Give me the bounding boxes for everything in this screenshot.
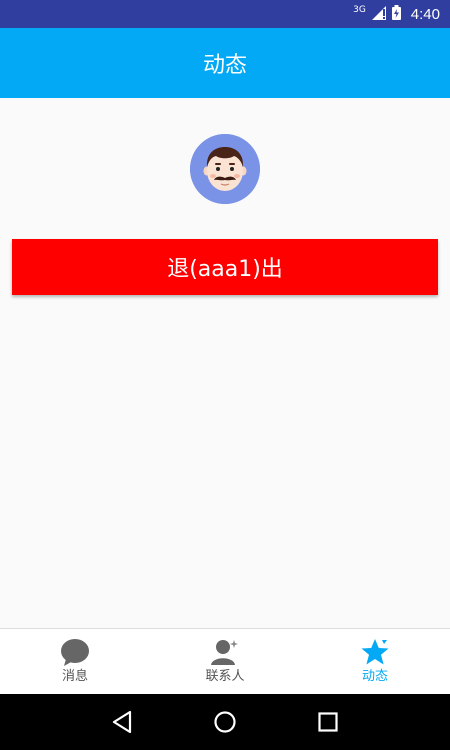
network-type: 3G bbox=[353, 4, 366, 15]
page-title: 动态 bbox=[202, 53, 247, 78]
status-time: 4:40 bbox=[410, 5, 440, 23]
contacts-icon bbox=[210, 637, 240, 667]
avatar[interactable] bbox=[190, 134, 260, 204]
main-content: 退(aaa1)出 bbox=[0, 98, 450, 628]
star-icon bbox=[360, 637, 390, 667]
system-nav-bar bbox=[0, 694, 450, 750]
home-icon[interactable] bbox=[207, 704, 243, 740]
tab-moments[interactable]: 动态 bbox=[300, 629, 450, 694]
back-icon[interactable] bbox=[104, 704, 140, 740]
tab-messages-label: 消息 bbox=[61, 669, 88, 684]
tab-messages[interactable]: 消息 bbox=[0, 629, 150, 694]
status-bar: 3G 4:40 bbox=[0, 0, 450, 28]
tab-moments-label: 动态 bbox=[361, 669, 388, 684]
bottom-nav: 消息 联系人 动态 bbox=[0, 628, 450, 694]
recents-icon[interactable] bbox=[310, 704, 346, 740]
chat-bubble-icon bbox=[60, 637, 90, 667]
tab-contacts-label: 联系人 bbox=[205, 669, 245, 684]
avatar-mustache-man-icon bbox=[190, 134, 260, 204]
logout-button[interactable]: 退(aaa1)出 bbox=[12, 239, 438, 295]
tab-contacts[interactable]: 联系人 bbox=[150, 629, 300, 694]
signal-icon bbox=[371, 5, 386, 24]
battery-icon bbox=[391, 4, 401, 24]
app-bar: 动态 bbox=[0, 28, 450, 98]
